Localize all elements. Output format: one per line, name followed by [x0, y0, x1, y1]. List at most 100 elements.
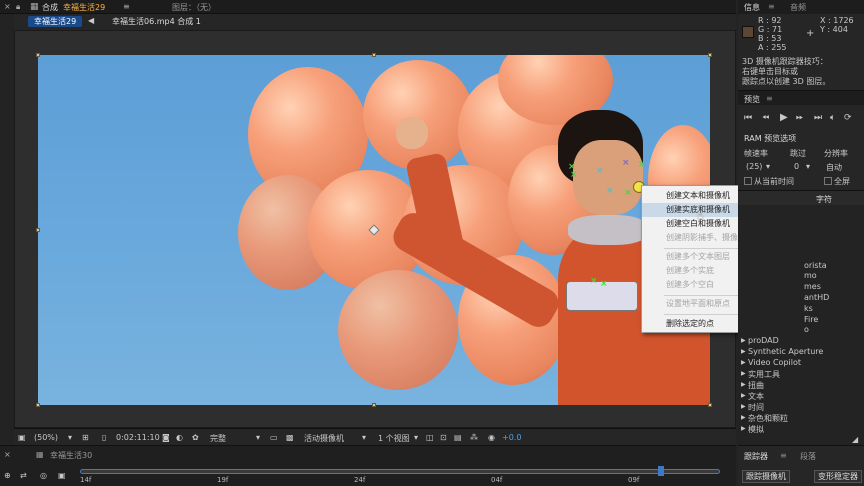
layer-handle[interactable]	[36, 403, 40, 407]
exposure-value[interactable]: +0.0	[502, 433, 521, 442]
video-frame[interactable]: × × × × × × × × ×	[38, 55, 710, 405]
draft-3d-icon[interactable]: ◎	[40, 471, 47, 480]
layer-panel-tab[interactable]: 图层：（无）	[172, 2, 216, 13]
close-panel-icon[interactable]: ×	[4, 450, 11, 459]
effect-category[interactable]: Video Copilot	[748, 358, 801, 367]
tab-character[interactable]: 字符	[816, 194, 832, 205]
fast-preview-icon[interactable]: ⊡	[440, 433, 447, 442]
timeline-comp-tab[interactable]: 幸福生活30	[50, 450, 92, 461]
layer-handle[interactable]	[372, 403, 376, 407]
frame-rate-dropdown[interactable]: (25)	[746, 162, 762, 171]
effect-item[interactable]: ks	[804, 304, 813, 313]
effect-item[interactable]: o	[804, 325, 809, 334]
layer-handle[interactable]	[708, 403, 712, 407]
chevron-down-icon[interactable]: ▾	[806, 162, 810, 171]
grid-icon[interactable]: ⊞	[82, 433, 89, 442]
tab-audio[interactable]: 音频	[790, 2, 806, 13]
effect-category[interactable]: 扭曲	[748, 380, 764, 391]
always-preview-icon[interactable]: ▣	[18, 433, 26, 442]
work-area-bar[interactable]	[80, 469, 720, 474]
last-frame-icon[interactable]: ⏭︎	[814, 113, 822, 123]
fullscreen-checkbox[interactable]	[824, 177, 832, 185]
effect-category[interactable]: proDAD	[748, 336, 779, 345]
chevron-down-icon[interactable]: ▾	[362, 433, 366, 442]
resize-icon[interactable]: ◢	[852, 435, 858, 444]
track-point-icon[interactable]: ×	[590, 277, 598, 286]
expand-arrow-icon[interactable]: ▶	[741, 392, 746, 399]
track-point-icon[interactable]: ×	[624, 189, 632, 198]
track-point-icon[interactable]: ×	[638, 161, 646, 170]
expand-arrow-icon[interactable]: ▶	[741, 425, 746, 432]
audio-icon[interactable]: 🔈︎	[830, 113, 835, 123]
track-point-icon[interactable]: ×	[596, 167, 604, 176]
effect-category[interactable]: 实用工具	[748, 369, 780, 380]
layer-handle[interactable]	[372, 53, 376, 57]
region-of-interest-icon[interactable]: ▭	[270, 433, 278, 442]
panel-menu-icon[interactable]: ≡	[780, 451, 787, 460]
skip-dropdown[interactable]: 0	[794, 162, 799, 171]
resolution-dropdown[interactable]: 完整	[210, 433, 226, 444]
timecode[interactable]: 0:02:11:10	[116, 433, 160, 442]
graph-editor-icon[interactable]: ▣	[58, 471, 66, 480]
expand-arrow-icon[interactable]: ▶	[741, 381, 746, 388]
first-frame-icon[interactable]: ⏮︎	[744, 113, 752, 123]
playhead[interactable]	[658, 466, 664, 476]
next-frame-icon[interactable]: ⏩︎	[796, 113, 803, 123]
timeline-icon[interactable]: ▤	[454, 433, 462, 442]
layer-handle[interactable]	[36, 228, 40, 232]
expand-arrow-icon[interactable]: ▶	[741, 337, 746, 344]
active-comp-name[interactable]: 幸福生活29	[63, 2, 105, 13]
reset-exposure-icon[interactable]: ◉	[488, 433, 495, 442]
transparency-grid-icon[interactable]: ▩	[286, 433, 294, 442]
effect-category[interactable]: 模拟	[748, 424, 764, 435]
tab-preview[interactable]: 预览	[744, 94, 760, 105]
play-icon[interactable]: ▶	[780, 112, 788, 123]
track-point-icon[interactable]: ×	[600, 280, 608, 289]
expand-arrow-icon[interactable]: ▶	[741, 414, 746, 421]
tab-info[interactable]: 信息	[744, 2, 760, 13]
effect-category[interactable]: 文本	[748, 391, 764, 402]
camera-dropdown[interactable]: 活动摄像机	[304, 433, 344, 444]
color-channel-icon[interactable]: ✿	[192, 433, 199, 442]
track-point-icon[interactable]: ×	[606, 187, 614, 196]
tab-tracker[interactable]: 跟踪器	[744, 451, 768, 462]
expand-arrow-icon[interactable]: ▶	[741, 348, 746, 355]
mask-icon[interactable]: ▯	[102, 433, 106, 442]
flowchart-icon[interactable]: ⁂	[470, 433, 478, 442]
loop-icon[interactable]: ⟳	[844, 113, 852, 123]
prev-frame-icon[interactable]: ⏪︎	[762, 113, 769, 123]
layer-handle[interactable]	[708, 53, 712, 57]
show-snapshot-icon[interactable]: ◐	[176, 433, 183, 442]
effect-item[interactable]: mo	[804, 271, 817, 280]
chevron-down-icon[interactable]: ▾	[414, 433, 418, 442]
track-camera-button[interactable]: 跟踪摄像机	[742, 470, 790, 483]
snapshot-icon[interactable]: ◙	[162, 433, 170, 442]
panel-menu-icon[interactable]: ≡	[766, 94, 773, 103]
effect-item[interactable]: antHD	[804, 293, 829, 302]
tab-paragraph[interactable]: 段落	[800, 451, 816, 462]
arrow-left-icon[interactable]: ◀	[88, 16, 94, 25]
effect-item[interactable]: Fire	[804, 315, 818, 324]
from-current-checkbox[interactable]	[744, 177, 752, 185]
effect-category[interactable]: 杂色和颗粒	[748, 413, 788, 424]
zoom-dropdown[interactable]: (50%)	[34, 433, 58, 442]
expand-arrow-icon[interactable]: ▶	[741, 359, 746, 366]
search-icon[interactable]: ⊕	[4, 471, 11, 480]
tab-comp-06[interactable]: 幸福生活06.mp4 合成 1	[112, 16, 201, 27]
comp-flow-icon[interactable]: ⇄	[20, 471, 27, 480]
panel-menu-icon[interactable]: ≡	[768, 2, 775, 11]
effect-item[interactable]: mes	[804, 282, 821, 291]
toggle-pixel-icon[interactable]: ◫	[426, 433, 434, 442]
close-panel-icon[interactable]: ×	[4, 2, 11, 11]
tab-comp-29[interactable]: 幸福生活29	[28, 16, 83, 27]
track-point-icon[interactable]: ×	[570, 171, 578, 180]
lock-icon[interactable]: 🔒︎	[16, 2, 20, 12]
effect-category[interactable]: 时间	[748, 402, 764, 413]
track-point-icon[interactable]: ×	[622, 159, 630, 168]
effect-category[interactable]: Synthetic Aperture	[748, 347, 823, 356]
chevron-down-icon[interactable]: ▾	[766, 162, 770, 171]
effect-item[interactable]: orista	[804, 261, 827, 270]
warp-stabilizer-button[interactable]: 变形稳定器	[814, 470, 862, 483]
expand-arrow-icon[interactable]: ▶	[741, 370, 746, 377]
views-dropdown[interactable]: 1 个视图	[378, 433, 410, 444]
